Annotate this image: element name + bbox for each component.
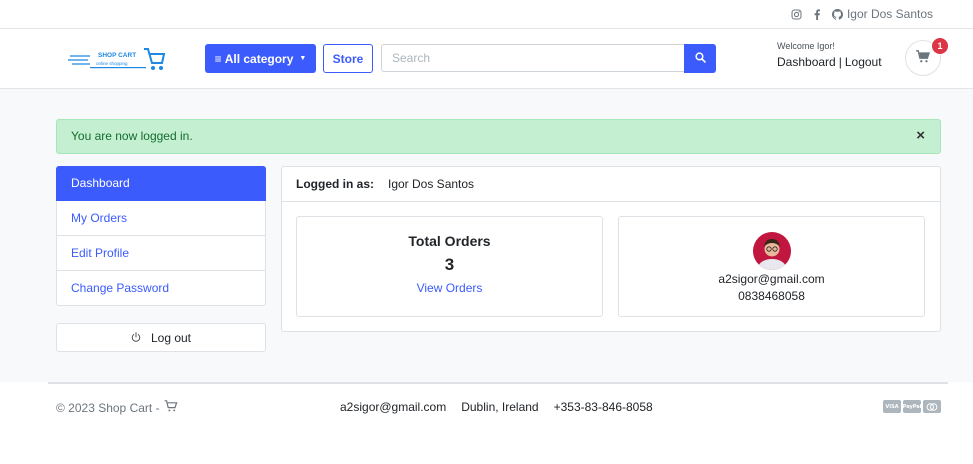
shop-cart-logo[interactable]: SHOP CART online shopping: [68, 45, 166, 75]
cart-count-badge: 1: [932, 38, 948, 54]
logout-label: Log out: [150, 330, 192, 345]
login-success-alert: You are now logged in. ×: [56, 119, 941, 154]
user-phone: 0838468058: [738, 289, 805, 303]
footer-location: Dublin, Ireland: [461, 400, 539, 414]
sidebar-item-dashboard[interactable]: Dashboard: [56, 166, 266, 201]
sidebar-item-my-orders[interactable]: My Orders: [56, 201, 266, 236]
all-category-button[interactable]: ≡ All category ▼: [205, 44, 316, 73]
footer-phone: +353-83-846-8058: [553, 400, 653, 414]
menu-icon: ≡: [214, 51, 222, 66]
logout-button[interactable]: Log out: [56, 323, 266, 352]
power-icon: [131, 331, 141, 345]
cart-icon: [916, 50, 931, 66]
caret-down-icon: ▼: [299, 55, 307, 62]
instagram-icon[interactable]: [791, 9, 802, 20]
link-separator: |: [838, 55, 842, 69]
all-category-label: All category: [224, 51, 294, 66]
sidebar-item-change-password[interactable]: Change Password: [56, 271, 266, 306]
cart-icon: [164, 400, 178, 415]
social-links: Igor Dos Santos: [791, 7, 933, 21]
total-orders-title: Total Orders: [408, 233, 491, 249]
logged-in-label: Logged in as:: [296, 177, 374, 191]
search-input[interactable]: [381, 44, 685, 72]
paypal-icon: PayPal: [903, 400, 921, 413]
dashboard-link[interactable]: Dashboard: [777, 55, 836, 69]
github-icon: [831, 8, 843, 20]
account-panel: Logged in as: Igor Dos Santos Total Orde…: [281, 166, 941, 332]
footer-divider: [48, 382, 948, 384]
visa-icon: VISA: [883, 400, 901, 413]
store-button[interactable]: Store: [323, 44, 373, 73]
payment-methods: VISA PayPal: [883, 400, 941, 413]
svg-text:SHOP CART: SHOP CART: [98, 52, 136, 59]
github-profile-link[interactable]: Igor Dos Santos: [831, 7, 933, 21]
sidebar-item-edit-profile[interactable]: Edit Profile: [56, 236, 266, 271]
footer-email: a2sigor@gmail.com: [340, 400, 447, 414]
avatar: [752, 232, 791, 270]
copyright: © 2023 Shop Cart -: [56, 400, 178, 415]
dashboard-sidebar: Dashboard My Orders Edit Profile Change …: [56, 166, 266, 306]
mastercard-icon: [923, 400, 941, 413]
facebook-icon[interactable]: [813, 8, 821, 20]
total-orders-card: Total Orders 3 View Orders: [296, 216, 603, 317]
view-orders-link[interactable]: View Orders: [297, 281, 602, 295]
panel-header: Logged in as: Igor Dos Santos: [282, 167, 940, 202]
alert-message: You are now logged in.: [71, 129, 193, 143]
search-button[interactable]: [684, 44, 716, 73]
account-links: Dashboard | Logout: [777, 55, 882, 69]
user-info-card: a2sigor@gmail.com 0838468058: [618, 216, 925, 317]
copyright-text: © 2023 Shop Cart -: [56, 400, 160, 415]
svg-text:online shopping: online shopping: [96, 61, 128, 66]
total-orders-count: 3: [444, 255, 455, 274]
logout-link[interactable]: Logout: [845, 55, 882, 69]
welcome-text: Welcome Igor!: [777, 41, 835, 51]
top-user-name: Igor Dos Santos: [846, 7, 933, 21]
logged-in-user: Igor Dos Santos: [388, 177, 475, 191]
user-email: a2sigor@gmail.com: [718, 272, 825, 286]
close-icon[interactable]: ×: [916, 128, 925, 143]
footer: © 2023 Shop Cart - a2sigor@gmail.com Dub…: [0, 382, 973, 464]
top-bar: Igor Dos Santos: [0, 0, 973, 29]
search-icon: [694, 51, 706, 66]
header: SHOP CART online shopping ≡ All category…: [0, 29, 973, 89]
footer-contact: a2sigor@gmail.com Dublin, Ireland +353-8…: [340, 400, 653, 414]
